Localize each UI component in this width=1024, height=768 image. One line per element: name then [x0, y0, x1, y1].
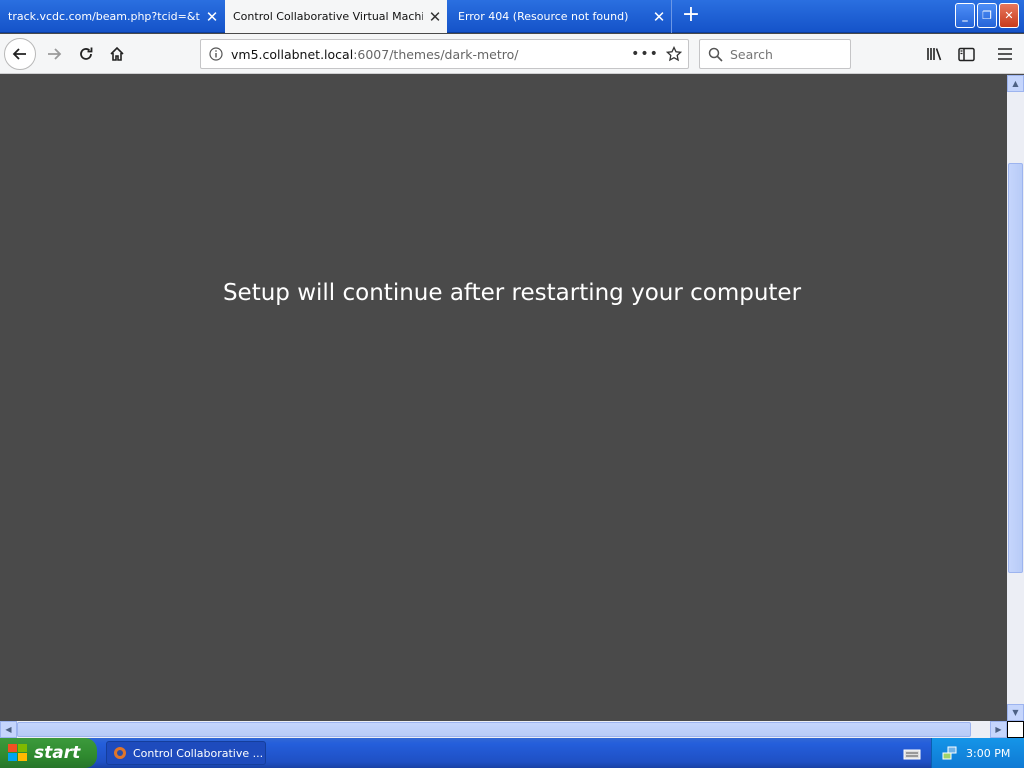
scroll-left-icon[interactable]: ◀: [0, 721, 17, 738]
close-tab-icon[interactable]: ✕: [647, 8, 671, 26]
close-tab-icon[interactable]: ✕: [423, 8, 447, 26]
bookmark-star-icon[interactable]: [660, 46, 688, 62]
back-button[interactable]: [4, 38, 36, 70]
taskbar-item-browser[interactable]: Control Collaborative ...: [106, 741, 266, 765]
navigation-toolbar: vm5.collabnet.local:6007/themes/dark-met…: [0, 34, 1024, 74]
reload-button[interactable]: [70, 38, 102, 70]
start-button[interactable]: start: [0, 738, 97, 768]
keyboard-icon[interactable]: [903, 746, 921, 760]
page-actions-icon[interactable]: •••: [630, 46, 660, 62]
horizontal-scroll-thumb[interactable]: [17, 722, 971, 737]
tab-label: track.vcdc.com/beam.php?tcid=&targ: [8, 10, 200, 23]
arrow-left-icon: [12, 48, 26, 60]
menu-button[interactable]: [990, 38, 1020, 70]
tab-label: Error 404 (Resource not found): [458, 10, 629, 23]
home-icon: [110, 46, 124, 61]
restore-button[interactable]: ❐: [977, 3, 997, 28]
tab-control-collaborative[interactable]: Control Collaborative Virtual Machines! …: [225, 0, 447, 33]
url-path: :6007/themes/dark-metro/: [353, 46, 519, 62]
home-button[interactable]: [101, 38, 133, 70]
task-label: Control Collaborative ...: [133, 746, 264, 760]
tab-label: Control Collaborative Virtual Machines!: [233, 10, 423, 23]
window-controls: _ ❐ ✕: [955, 3, 1019, 28]
start-label: start: [34, 743, 81, 763]
forward-button[interactable]: [38, 38, 70, 70]
system-tray: 3:00 PM: [931, 738, 1024, 768]
vertical-scrollbar[interactable]: ▲ ▼: [1007, 75, 1024, 721]
network-icon[interactable]: [942, 745, 958, 761]
sidebar-button[interactable]: [951, 38, 981, 70]
sidebar-icon: [957, 47, 975, 61]
close-window-button[interactable]: ✕: [999, 3, 1019, 28]
hamburger-icon: [998, 48, 1012, 60]
url-host: vm5.collabnet.local: [231, 46, 354, 62]
address-bar[interactable]: vm5.collabnet.local:6007/themes/dark-met…: [200, 39, 689, 69]
arrow-right-icon: [48, 48, 62, 60]
windows-logo-icon: [8, 744, 28, 762]
tab-track[interactable]: track.vcdc.com/beam.php?tcid=&targ ✕: [0, 0, 224, 33]
minimize-button[interactable]: _: [955, 3, 975, 28]
horizontal-scrollbar[interactable]: ◀ ▶: [0, 721, 1007, 738]
vertical-scroll-thumb[interactable]: [1008, 163, 1023, 573]
close-tab-icon[interactable]: ✕: [200, 8, 224, 26]
tab-error-404[interactable]: Error 404 (Resource not found) ✕: [450, 0, 672, 33]
search-box[interactable]: [699, 39, 851, 69]
library-button[interactable]: [919, 38, 949, 70]
library-icon: [926, 48, 941, 61]
browser-tabstrip: track.vcdc.com/beam.php?tcid=&targ ✕ Con…: [0, 0, 1024, 33]
search-icon: [700, 47, 730, 62]
reload-icon: [80, 47, 93, 60]
scroll-right-icon[interactable]: ▶: [990, 721, 1007, 738]
scrollbar-corner: [1007, 721, 1024, 738]
taskbar: start Control Collaborative ... 3:00 PM: [0, 738, 1024, 768]
search-input[interactable]: [730, 46, 840, 62]
page-content: [0, 75, 1007, 721]
url-text[interactable]: vm5.collabnet.local:6007/themes/dark-met…: [231, 47, 630, 62]
plus-icon[interactable]: +: [678, 4, 704, 28]
browser-icon: [114, 747, 126, 759]
screen: track.vcdc.com/beam.php?tcid=&targ ✕ Con…: [0, 0, 1024, 768]
clock[interactable]: 3:00 PM: [966, 747, 1010, 760]
scroll-up-icon[interactable]: ▲: [1007, 75, 1024, 92]
setup-message: Setup will continue after restarting you…: [222, 280, 802, 306]
info-icon[interactable]: [201, 47, 231, 61]
scroll-down-icon[interactable]: ▼: [1007, 704, 1024, 721]
